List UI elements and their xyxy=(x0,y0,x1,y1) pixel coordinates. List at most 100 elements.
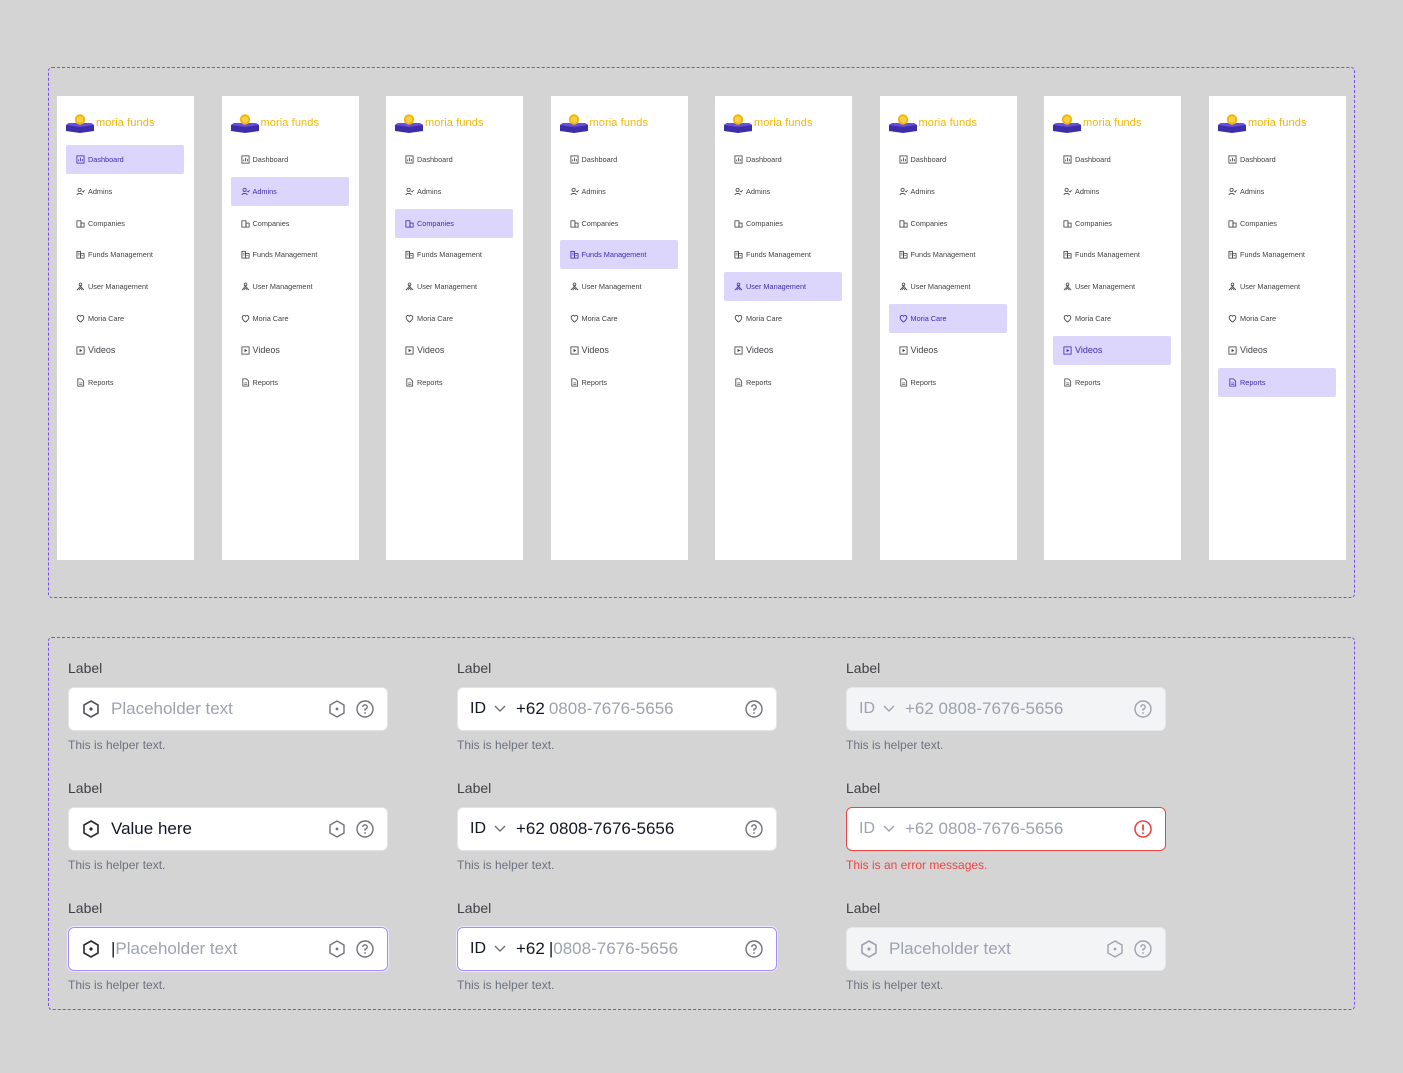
brand-logo[interactable]: moria funds xyxy=(394,112,484,134)
sidebar-item-videos[interactable]: Videos xyxy=(1218,336,1336,365)
sidebar-item-admins[interactable]: Admins xyxy=(66,177,184,206)
help-icon[interactable] xyxy=(355,699,375,719)
sidebar-item-reports[interactable]: Reports xyxy=(724,368,842,397)
brand-logo[interactable]: moria funds xyxy=(888,112,978,134)
sidebar-item-user-management[interactable]: User Management xyxy=(889,272,1007,301)
sidebar: moria funds Dashboard Admins Companies Funds… xyxy=(221,96,359,560)
sidebar-item-dashboard[interactable]: Dashboard xyxy=(560,145,678,174)
sidebar-item-reports[interactable]: Reports xyxy=(395,368,513,397)
brand-name: moria funds xyxy=(1248,117,1307,129)
help-icon[interactable] xyxy=(355,939,375,959)
sidebar-item-videos[interactable]: Videos xyxy=(66,336,184,365)
country-code-select[interactable]: ID xyxy=(470,820,486,838)
text-input: Placeholder text xyxy=(846,927,1166,971)
phone-input[interactable]: ID +62 0808-7676-5656 xyxy=(457,687,777,731)
sidebar-item-videos[interactable]: Videos xyxy=(1053,335,1171,365)
phone-input[interactable]: ID +62 0808-7676-5656 xyxy=(457,807,777,851)
sidebar-item-reports[interactable]: Reports xyxy=(66,368,184,397)
sidebar-item-user-management[interactable]: User Management xyxy=(560,272,678,301)
sidebar-item-admins[interactable]: Admins xyxy=(230,176,349,206)
sidebar-item-companies[interactable]: Companies xyxy=(560,209,678,238)
country-code-select[interactable]: ID xyxy=(859,820,875,838)
sidebar-item-funds-management[interactable]: Funds Management xyxy=(889,240,1007,269)
brand-logo[interactable]: moria funds xyxy=(65,112,155,134)
sidebar-item-user-management[interactable]: User Management xyxy=(724,272,842,302)
sidebar-item-reports[interactable]: Reports xyxy=(231,368,349,397)
brand-logo[interactable]: moria funds xyxy=(1217,112,1307,134)
sidebar-item-companies[interactable]: Companies xyxy=(395,208,513,238)
sidebar-item-dashboard[interactable]: Dashboard xyxy=(231,145,349,174)
brand-logo[interactable]: moria funds xyxy=(723,112,813,134)
help-icon[interactable] xyxy=(744,939,764,959)
sidebar-item-reports[interactable]: Reports xyxy=(1218,367,1336,397)
sidebar-item-moria-care[interactable]: Moria Care xyxy=(888,303,1007,333)
sidebar-item-dashboard[interactable]: Dashboard xyxy=(889,145,1007,174)
text-input[interactable]: Value here xyxy=(68,807,388,851)
sidebar-item-admins[interactable]: Admins xyxy=(395,177,513,206)
sidebar-item-user-management[interactable]: User Management xyxy=(66,272,184,301)
sidebar-item-companies[interactable]: Companies xyxy=(231,209,349,238)
sidebar-item-user-management[interactable]: User Management xyxy=(231,272,349,301)
sidebar-item-videos[interactable]: Videos xyxy=(231,336,349,365)
sidebar-item-moria-care[interactable]: Moria Care xyxy=(1053,304,1171,333)
sidebar-item-companies[interactable]: Companies xyxy=(724,209,842,238)
sidebar-item-admins[interactable]: Admins xyxy=(1053,177,1171,206)
sidebar-item-funds-management[interactable]: Funds Management xyxy=(724,240,842,269)
sidebar-item-reports[interactable]: Reports xyxy=(889,368,1007,397)
chevron-down-icon[interactable] xyxy=(883,825,895,833)
sidebar-item-admins[interactable]: Admins xyxy=(560,177,678,206)
sidebar-item-videos[interactable]: Videos xyxy=(724,336,842,365)
sidebar-item-companies[interactable]: Companies xyxy=(66,209,184,238)
sidebar-item-funds-management[interactable]: Funds Management xyxy=(1218,240,1336,269)
sidebar-item-moria-care[interactable]: Moria Care xyxy=(231,304,349,333)
hexagon-icon xyxy=(81,819,101,839)
country-code-select[interactable]: ID xyxy=(470,940,486,958)
help-icon[interactable] xyxy=(355,819,375,839)
brand-logo[interactable]: moria funds xyxy=(559,112,649,134)
sidebar-item-funds-management[interactable]: Funds Management xyxy=(1053,240,1171,269)
text-input[interactable]: Placeholder text xyxy=(68,687,388,731)
help-icon[interactable] xyxy=(744,699,764,719)
user-management-icon xyxy=(734,282,743,291)
sidebar-item-funds-management[interactable]: Funds Management xyxy=(395,240,513,269)
chevron-down-icon[interactable] xyxy=(494,945,506,953)
text-input[interactable]: |Placeholder text xyxy=(68,927,388,971)
sidebar-item-moria-care[interactable]: Moria Care xyxy=(1218,304,1336,333)
phone-input[interactable]: ID +62 0808-7676-5656 xyxy=(846,807,1166,851)
chevron-down-icon[interactable] xyxy=(494,705,506,713)
sidebar-item-dashboard[interactable]: Dashboard xyxy=(395,145,513,174)
sidebar-item-admins[interactable]: Admins xyxy=(889,177,1007,206)
sidebar-item-admins[interactable]: Admins xyxy=(1218,177,1336,206)
phone-placeholder: 0808-7676-5656 xyxy=(553,939,679,958)
sidebar-item-user-management[interactable]: User Management xyxy=(1218,272,1336,301)
sidebar-item-reports[interactable]: Reports xyxy=(560,368,678,397)
sidebar-item-companies[interactable]: Companies xyxy=(889,209,1007,238)
sidebar-item-companies[interactable]: Companies xyxy=(1218,209,1336,238)
sidebar-item-dashboard[interactable]: Dashboard xyxy=(1218,145,1336,174)
sidebar-item-user-management[interactable]: User Management xyxy=(395,272,513,301)
chevron-down-icon[interactable] xyxy=(494,825,506,833)
sidebar-item-reports[interactable]: Reports xyxy=(1053,368,1171,397)
country-code-select[interactable]: ID xyxy=(470,700,486,718)
sidebar-item-companies[interactable]: Companies xyxy=(1053,209,1171,238)
sidebar-item-moria-care[interactable]: Moria Care xyxy=(560,304,678,333)
phone-input[interactable]: ID +62 |0808-7676-5656 xyxy=(457,927,777,971)
sidebar-item-dashboard[interactable]: Dashboard xyxy=(724,145,842,174)
sidebar-item-moria-care[interactable]: Moria Care xyxy=(724,304,842,333)
sidebar-item-moria-care[interactable]: Moria Care xyxy=(66,304,184,333)
sidebar-item-moria-care[interactable]: Moria Care xyxy=(395,304,513,333)
sidebar-item-dashboard[interactable]: Dashboard xyxy=(66,145,184,174)
sidebar-item-videos[interactable]: Videos xyxy=(395,336,513,365)
sidebar-item-videos[interactable]: Videos xyxy=(560,336,678,365)
sidebar-item-videos[interactable]: Videos xyxy=(889,336,1007,365)
sidebar-item-funds-management[interactable]: Funds Management xyxy=(559,240,678,270)
sidebar-item-admins[interactable]: Admins xyxy=(724,177,842,206)
help-icon[interactable] xyxy=(744,819,764,839)
sidebar-item-funds-management[interactable]: Funds Management xyxy=(66,240,184,269)
sidebar-item-dashboard[interactable]: Dashboard xyxy=(1053,145,1171,174)
sidebar-item-funds-management[interactable]: Funds Management xyxy=(231,240,349,269)
brand-logo[interactable]: moria funds xyxy=(1052,112,1142,134)
sidebar-item-user-management[interactable]: User Management xyxy=(1053,272,1171,301)
sidebar-item-label: User Management xyxy=(417,282,478,292)
brand-logo[interactable]: moria funds xyxy=(230,112,320,134)
